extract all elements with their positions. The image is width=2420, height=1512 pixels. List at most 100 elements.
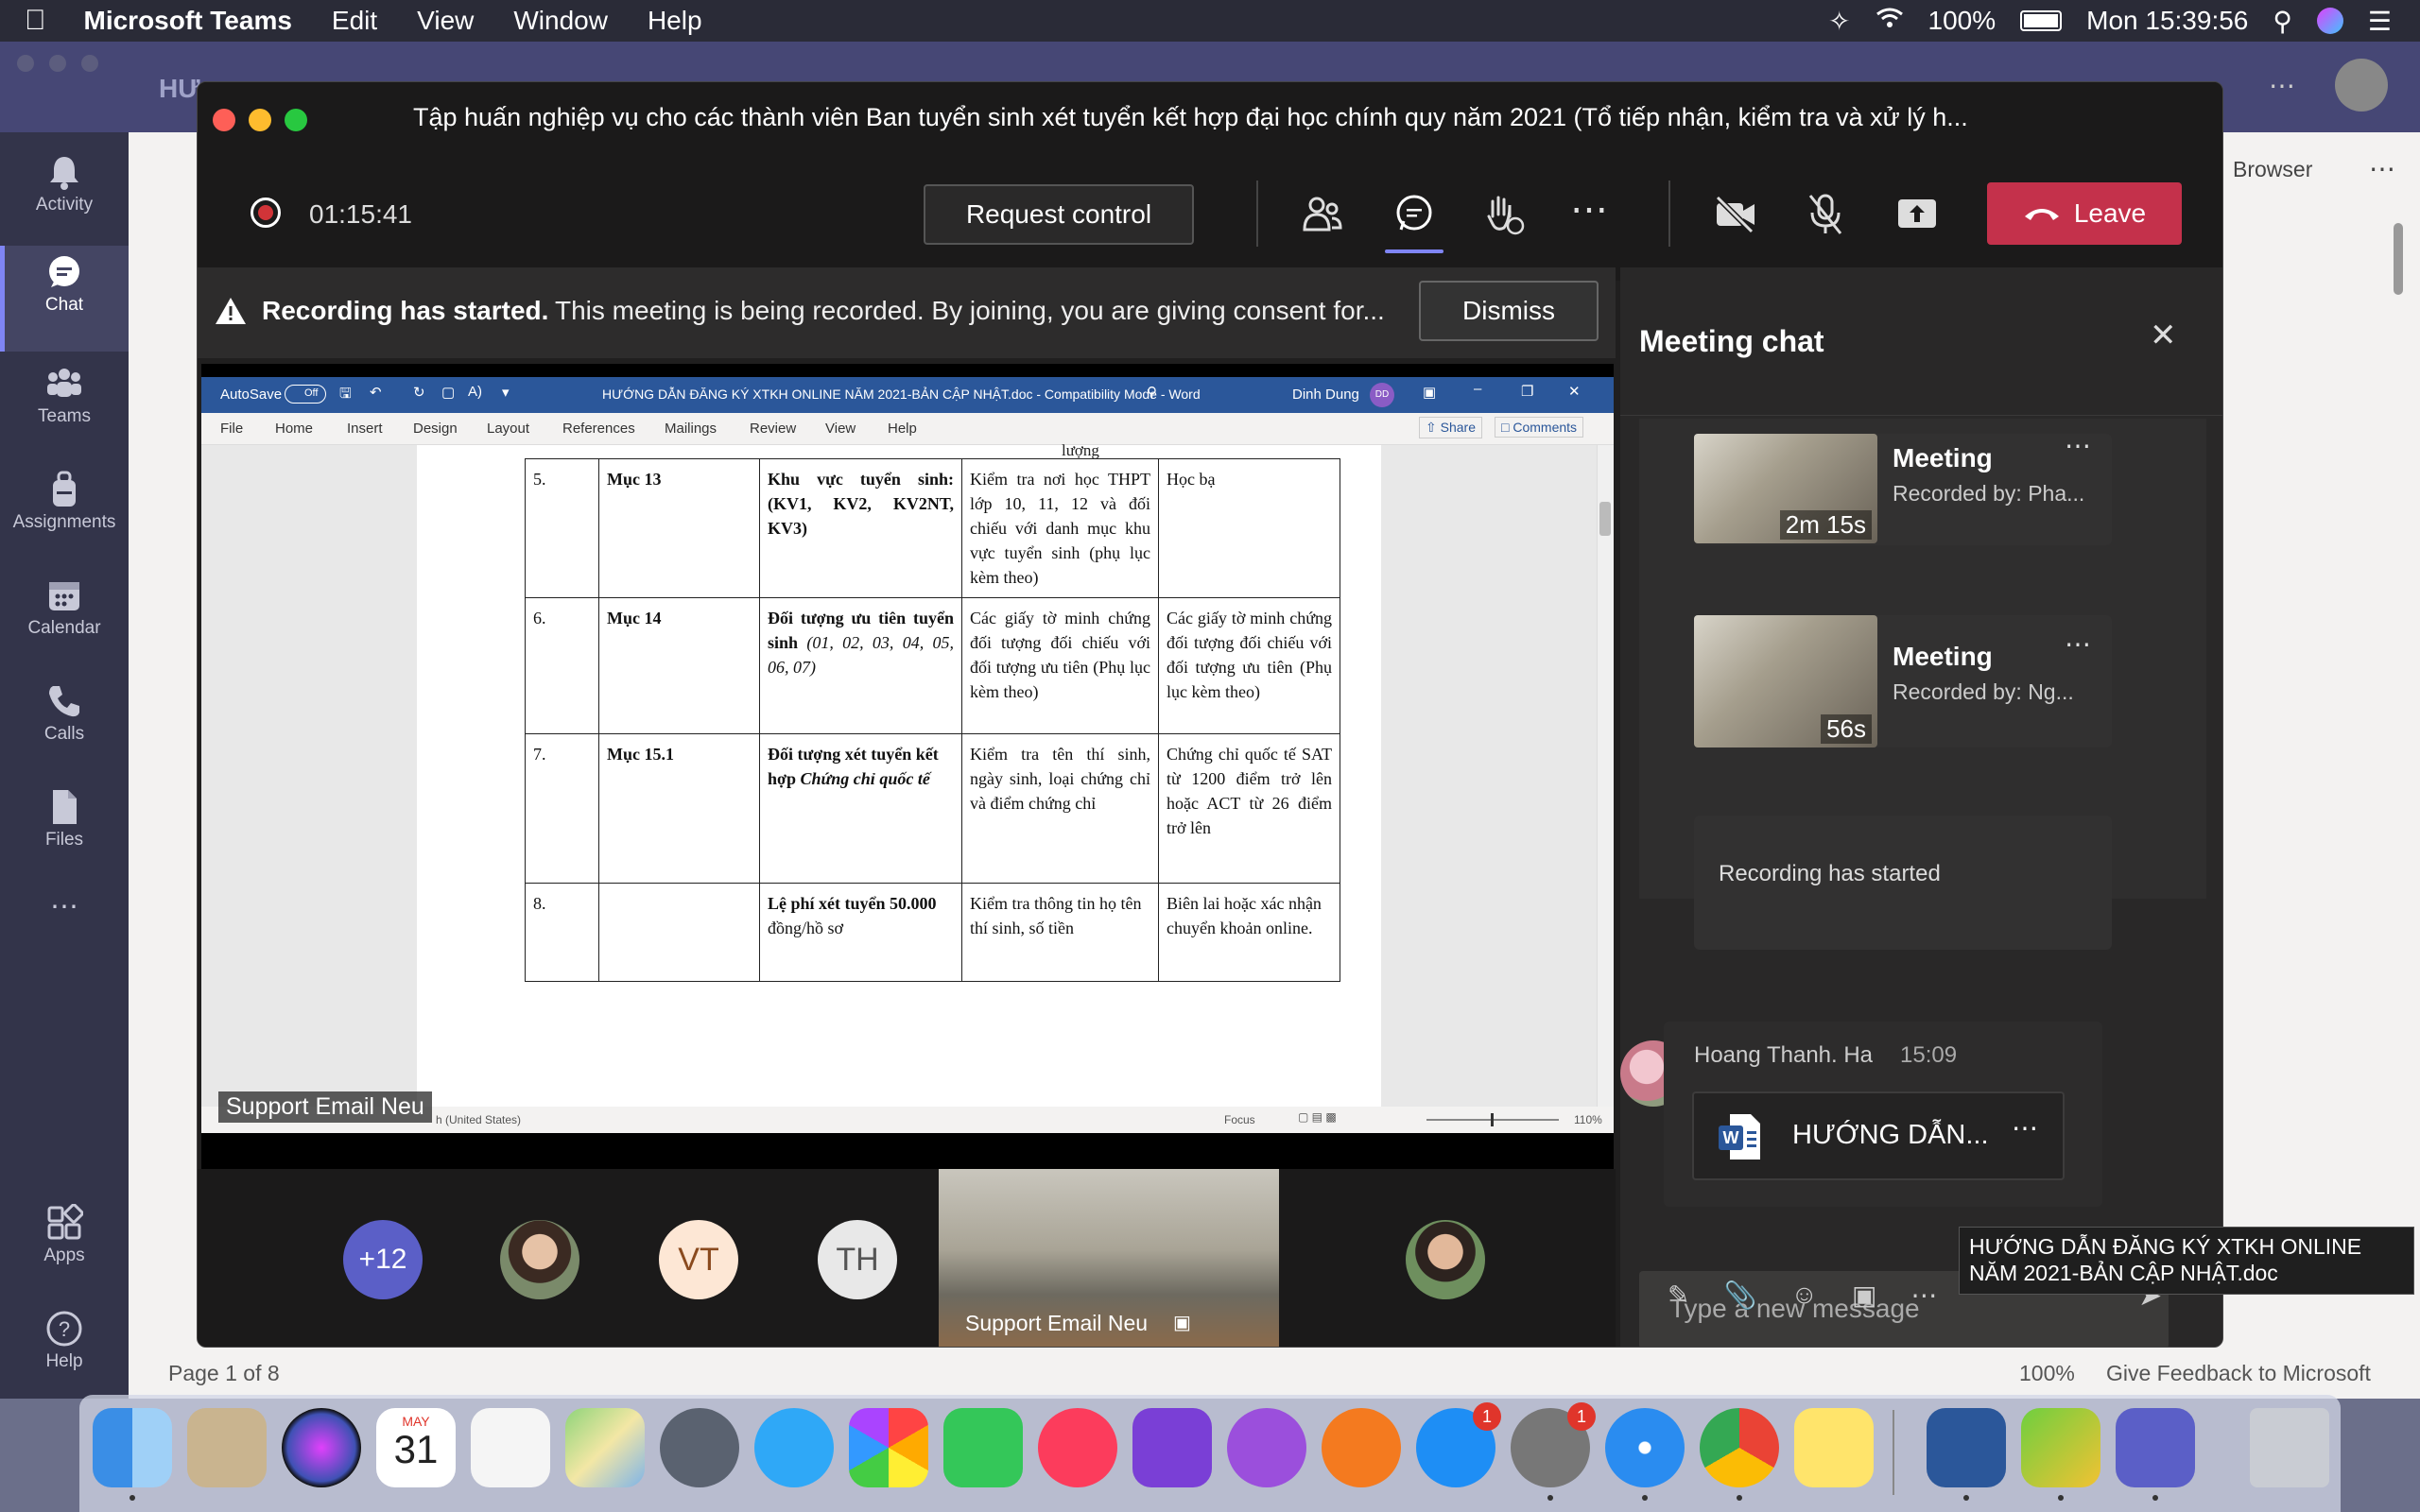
word-comments-button[interactable]: □ Comments [1495,417,1584,438]
finder-dock-icon[interactable] [93,1408,172,1487]
recording-more-icon[interactable]: ⋯ [2065,628,2091,660]
bluestacks-dock-icon[interactable] [2021,1408,2100,1487]
close-chat-icon[interactable]: ✕ [2150,317,2177,354]
menubar-app-name[interactable]: Microsoft Teams [84,6,292,36]
chat-toggle-icon[interactable] [1385,194,1443,253]
bg-scrollbar[interactable] [2394,223,2403,295]
rail-item-apps[interactable]: Apps [0,1196,129,1291]
word-status-language[interactable]: h (United States) [436,1113,521,1126]
system-preferences-dock-icon[interactable]: 1 [1511,1402,1596,1487]
bg-more-icon[interactable]: ⋯ [2269,70,2295,101]
format-icon[interactable]: ✎ [1668,1280,1689,1311]
file-attachment[interactable]: W HƯỚNG DẪN... ⋯ [1692,1091,2065,1180]
recording-card[interactable]: 56s Meeting Recorded by: Ng... ⋯ [1694,615,2112,747]
messages-dock-icon[interactable] [754,1408,834,1487]
rail-item-calls[interactable]: Calls [0,675,129,769]
more-actions-icon[interactable]: ⋯ [1570,188,1608,232]
attachment-more-icon[interactable]: ⋯ [2012,1112,2038,1143]
word-zoom-slider[interactable] [1426,1113,1559,1126]
participant-avatar[interactable] [500,1220,579,1299]
word-tab-view[interactable]: View [825,421,856,437]
word-read-aloud-icon[interactable]: A) [468,384,482,400]
word-tab-design[interactable]: Design [413,421,458,437]
participants-icon[interactable] [1302,194,1343,240]
window-maximize-button[interactable] [285,109,307,131]
rail-item-help[interactable]: ? Help [0,1302,129,1397]
bg-browser-label[interactable]: Browser [2233,157,2312,182]
menubar-clock[interactable]: Mon 15:39:56 [2086,6,2248,36]
rail-item-activity[interactable]: Activity [0,146,129,240]
maps-dock-icon[interactable] [565,1408,645,1487]
word-tab-references[interactable]: References [562,421,635,437]
bg-avatar[interactable] [2335,59,2388,112]
rail-item-chat[interactable]: Chat [0,246,129,352]
books-dock-icon[interactable] [1322,1408,1401,1487]
compose-more-icon[interactable]: ⋯ [1910,1280,1937,1311]
leave-button[interactable]: Leave [1987,182,2182,245]
apple-icon[interactable]:  [25,5,46,37]
rail-item-teams[interactable]: Teams [0,357,129,452]
share-screen-icon[interactable] [1895,194,1939,236]
word-user-name[interactable]: Dinh Dung [1292,387,1359,403]
menu-edit[interactable]: Edit [332,6,377,36]
podcasts-dock-icon[interactable] [1227,1408,1306,1487]
request-control-button[interactable]: Request control [924,184,1194,245]
participant-avatar-vt[interactable]: VT [659,1220,738,1299]
word-tab-home[interactable]: Home [275,421,313,437]
menu-view[interactable]: View [417,6,474,36]
emoji-icon[interactable]: ☺ [1790,1280,1818,1311]
word-customize-icon[interactable]: ▾ [502,384,510,401]
calendar-dock-icon[interactable]: MAY 31 [376,1408,456,1487]
bg-more-icon-2[interactable]: ⋯ [2369,153,2395,184]
word-autosave-toggle[interactable]: Off [285,385,326,404]
window-close-button[interactable] [213,109,235,131]
word-status-focus[interactable]: Focus [1224,1113,1255,1126]
word-restore-icon[interactable]: ❐ [1521,383,1533,400]
reminders-dock-icon[interactable] [471,1408,550,1487]
siri-icon[interactable] [2316,8,2343,34]
participant-avatar[interactable] [1406,1220,1485,1299]
word-redo-icon[interactable]: ↻ [413,384,425,401]
word-save-icon[interactable]: 🖫 [339,384,352,407]
notes-dock-icon[interactable] [1794,1408,1874,1487]
word-search-icon[interactable]: ⚲ [1147,384,1157,401]
word-minimize-icon[interactable]: – [1474,381,1481,397]
facetime-dock-icon[interactable] [943,1408,1023,1487]
word-tab-file[interactable]: File [220,421,243,437]
participant-avatar-th[interactable]: TH [818,1220,897,1299]
menu-help[interactable]: Help [648,6,702,36]
word-ribbon-display-icon[interactable]: ▣ [1423,384,1436,401]
window-minimize-button[interactable] [249,109,271,131]
wifi-icon[interactable] [1876,6,1904,36]
word-vertical-scrollbar[interactable] [1597,445,1614,1107]
word-view-icons[interactable]: ▢ ▤ ▩ [1298,1110,1337,1124]
rail-item-assignments[interactable]: Assignments [0,463,129,558]
appstore-dock-icon[interactable]: 1 [1416,1402,1501,1487]
launchpad-dock-icon[interactable] [660,1408,739,1487]
more-participants-button[interactable]: +12 [343,1220,423,1299]
trash-dock-icon[interactable] [2250,1408,2329,1487]
dismiss-button[interactable]: Dismiss [1419,281,1599,341]
bg-zoom[interactable]: 100% [2019,1361,2075,1386]
photos-dock-icon[interactable] [849,1408,928,1487]
recording-more-icon[interactable]: ⋯ [2065,430,2091,461]
battery-icon[interactable] [2020,10,2063,31]
attach-icon[interactable]: 📎 [1723,1280,1756,1311]
word-user-avatar[interactable]: DD [1370,383,1394,407]
word-tab-review[interactable]: Review [750,421,796,437]
rail-item-calendar[interactable]: Calendar [0,569,129,663]
sticker-icon[interactable]: ▣ [1852,1280,1876,1311]
camera-off-icon[interactable] [1714,195,1757,238]
word-tab-insert[interactable]: Insert [347,421,383,437]
chrome-dock-icon[interactable] [1700,1408,1779,1487]
recording-thumbnail[interactable]: 56s [1694,615,1877,747]
word-tab-mailings[interactable]: Mailings [665,421,717,437]
room-video-tile[interactable]: Support Email Neu ▣ [939,1169,1279,1347]
recording-card[interactable]: 2m 15s Meeting Recorded by: Pha... ⋯ [1694,431,2112,545]
word-tab-help[interactable]: Help [888,421,917,437]
raise-hand-icon[interactable] [1483,192,1525,242]
preview-dock-icon[interactable] [187,1408,267,1487]
teams-dock-icon[interactable] [2116,1408,2195,1487]
control-center-icon[interactable]: ☰ [2368,6,2392,37]
word-dock-icon[interactable] [1927,1408,2006,1487]
